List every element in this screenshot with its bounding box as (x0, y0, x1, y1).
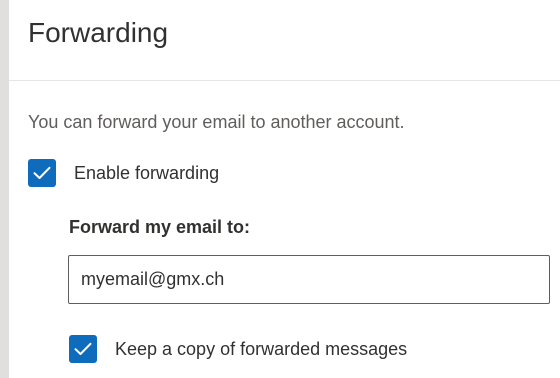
forwarding-settings-panel: Forwarding You can forward your email to… (9, 0, 560, 378)
keep-copy-checkbox[interactable] (69, 335, 97, 363)
panel-header: Forwarding (9, 0, 560, 81)
forward-email-input[interactable] (68, 255, 550, 304)
keep-copy-label[interactable]: Keep a copy of forwarded messages (115, 337, 407, 361)
checkmark-icon (33, 166, 51, 179)
enable-forwarding-option[interactable]: Enable forwarding (28, 159, 219, 187)
page-title: Forwarding (28, 17, 169, 48)
checkmark-icon (74, 342, 92, 355)
left-panel-edge (0, 0, 9, 378)
enable-forwarding-label[interactable]: Enable forwarding (74, 161, 219, 185)
keep-copy-option[interactable]: Keep a copy of forwarded messages (69, 335, 407, 363)
forward-to-label: Forward my email to: (69, 217, 251, 237)
enable-forwarding-checkbox[interactable] (28, 159, 56, 187)
forwarding-description: You can forward your email to another ac… (28, 112, 405, 132)
